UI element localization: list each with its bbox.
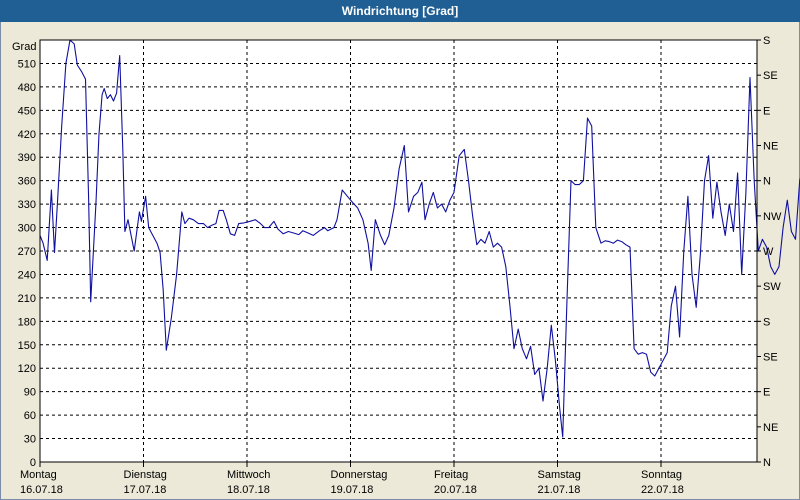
- right-axis-label: SE: [763, 70, 778, 82]
- x-tick-date: 17.07.18: [124, 484, 167, 496]
- x-tick-day: Samstag: [538, 469, 581, 481]
- x-tick-day: Freitag: [434, 469, 468, 481]
- y-tick-label: 120: [18, 363, 36, 375]
- right-axis-label: NE: [763, 422, 778, 434]
- right-axis-label: W: [763, 246, 774, 258]
- x-tick-date: 20.07.18: [434, 484, 477, 496]
- y-tick-label: 150: [18, 340, 36, 352]
- right-axis-label: NW: [763, 211, 782, 223]
- x-tick-day: Dienstag: [124, 469, 167, 481]
- plot-area: [40, 40, 757, 462]
- y-tick-label: 450: [18, 105, 36, 117]
- x-tick-date: 22.07.18: [641, 484, 684, 496]
- y-tick-label: 480: [18, 82, 36, 94]
- y-tick-label: 240: [18, 269, 36, 281]
- y-tick-label: 300: [18, 223, 36, 235]
- window-title: Windrichtung [Grad]: [0, 0, 800, 22]
- x-tick-date: 21.07.18: [538, 484, 581, 496]
- x-tick-date: 19.07.18: [331, 484, 374, 496]
- x-tick-date: 16.07.18: [20, 484, 63, 496]
- y-tick-label: 210: [18, 293, 36, 305]
- y-tick-label: 180: [18, 316, 36, 328]
- right-axis-label: SW: [763, 281, 781, 293]
- x-tick-day: Donnerstag: [331, 469, 388, 481]
- y-tick-label: 330: [18, 199, 36, 211]
- y-tick-label: 270: [18, 246, 36, 258]
- x-tick-date: 18.07.18: [227, 484, 270, 496]
- right-axis-label: E: [763, 387, 770, 399]
- x-tick-day: Sonntag: [641, 469, 682, 481]
- right-axis-label: N: [763, 176, 771, 188]
- right-axis-label: S: [763, 35, 770, 47]
- y-tick-label: 30: [24, 434, 36, 446]
- right-axis-label: N: [763, 457, 771, 469]
- wind-direction-chart: 0 30 60 90 120 150 180 210 240 270 300 330 360 390 420…: [12, 35, 800, 496]
- right-axis-label: NE: [763, 141, 778, 153]
- y-axis-label: Grad: [12, 41, 36, 53]
- x-tick-day: Mittwoch: [227, 469, 270, 481]
- y-tick-label: 60: [24, 410, 36, 422]
- x-tick-day: Montag: [20, 469, 57, 481]
- right-axis-label: S: [763, 316, 770, 328]
- y-tick-label: 510: [18, 58, 36, 70]
- y-tick-label: 0: [30, 457, 36, 469]
- y-tick-label: 360: [18, 176, 36, 188]
- y-tick-label: 90: [24, 387, 36, 399]
- right-axis-label: E: [763, 105, 770, 117]
- plot-background: [40, 40, 757, 462]
- y-tick-label: 420: [18, 129, 36, 141]
- right-axis-label: SE: [763, 352, 778, 364]
- y-tick-label: 390: [18, 152, 36, 164]
